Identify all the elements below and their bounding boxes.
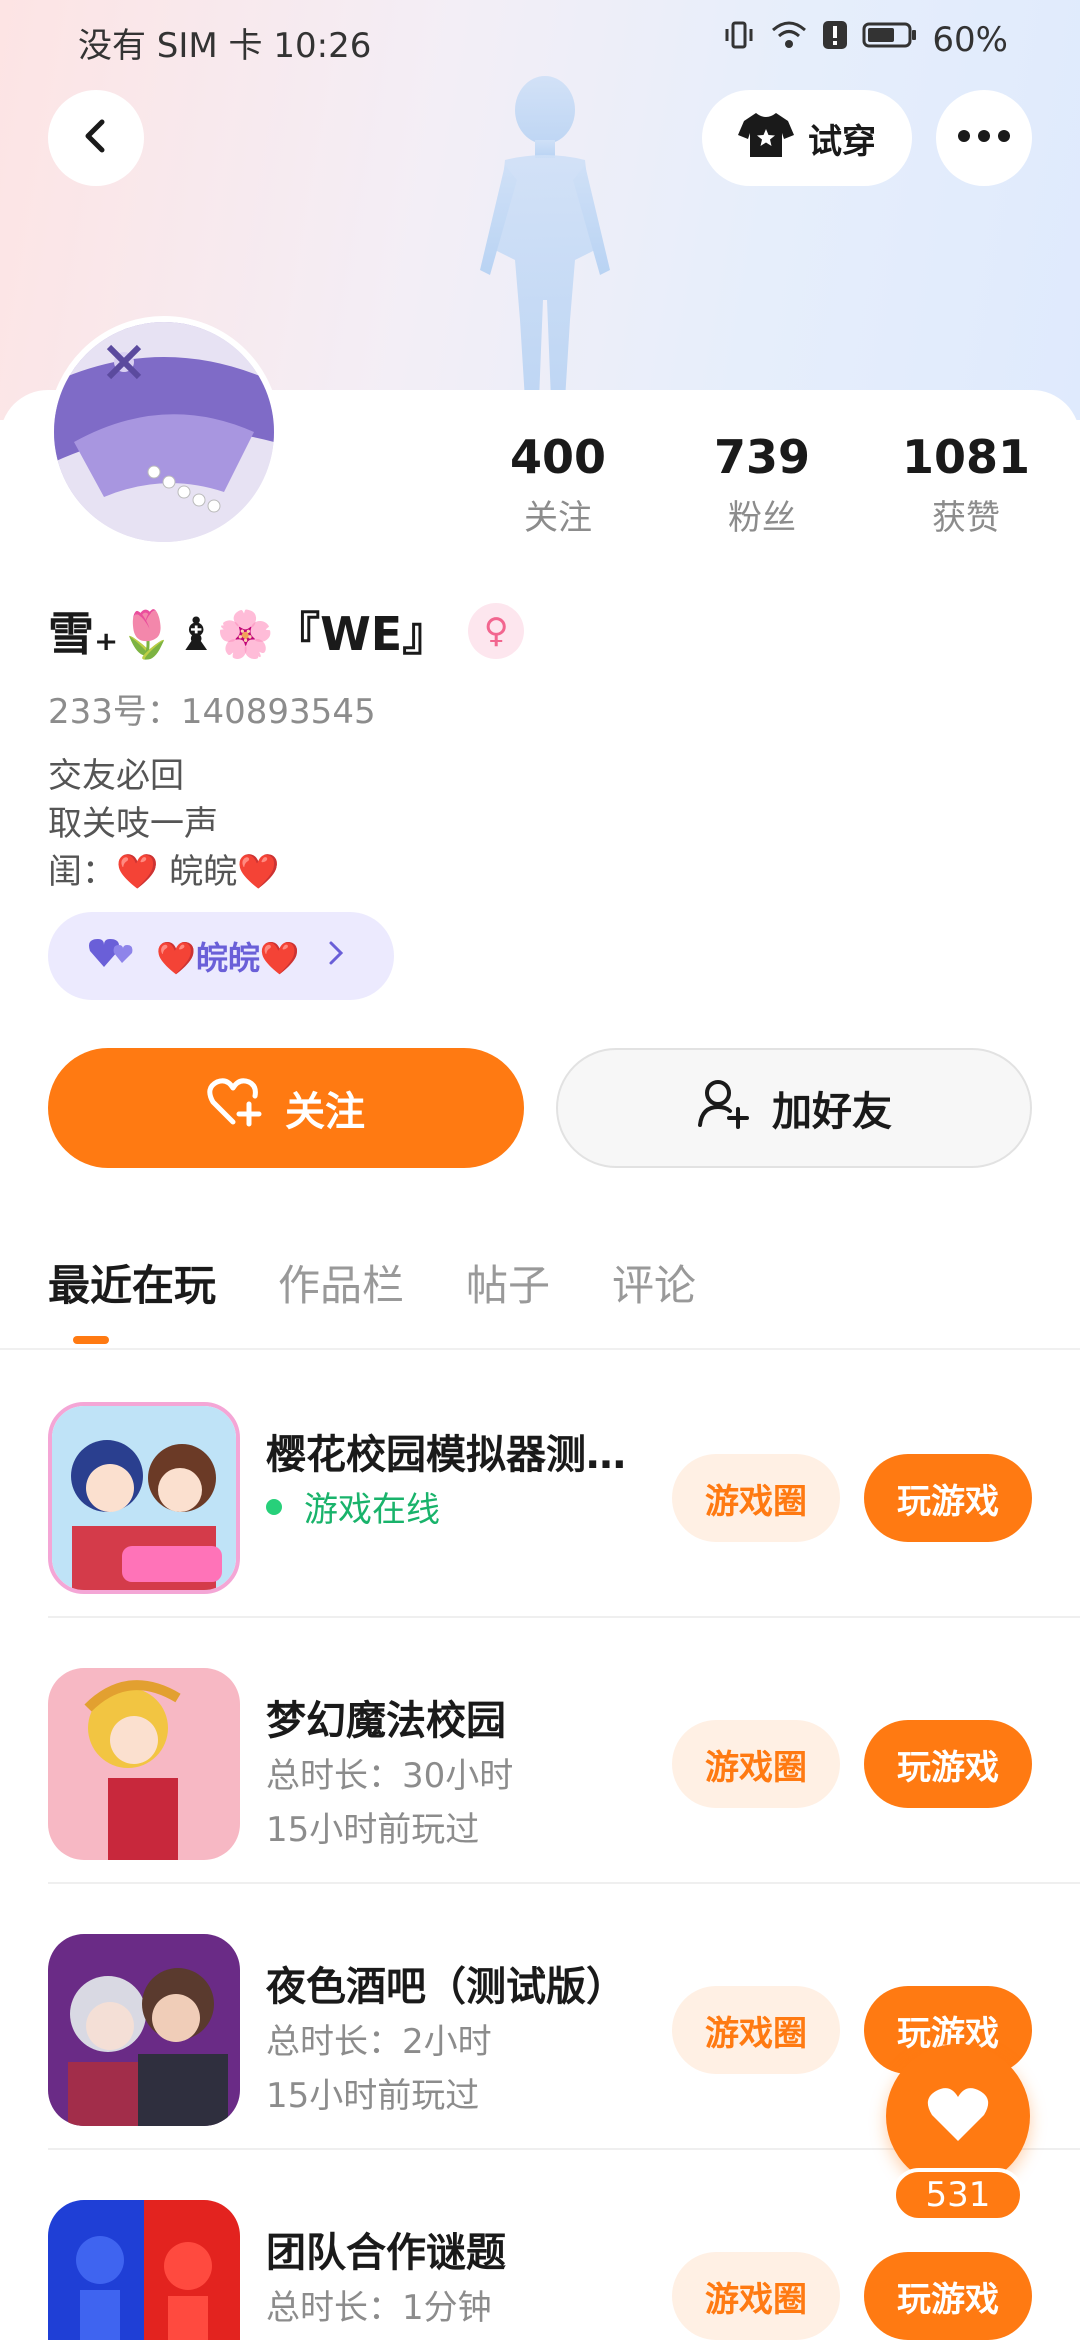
game-circle-button[interactable]: 游戏圈 bbox=[672, 1720, 840, 1808]
chevron-left-icon bbox=[76, 116, 116, 160]
bio-line: 交友必回 bbox=[48, 756, 184, 796]
game-title: 梦幻魔法校园 bbox=[266, 1698, 506, 1744]
add-friend-label: 加好友 bbox=[772, 1089, 892, 1135]
tshirt-icon bbox=[738, 109, 794, 168]
battery-icon bbox=[862, 18, 918, 61]
user-id: 233号：140893545 bbox=[48, 692, 376, 732]
game-last-played: 15小时前玩过 bbox=[266, 2076, 480, 2116]
add-friend-button[interactable]: 加好友 bbox=[556, 1048, 1032, 1168]
game-icon bbox=[48, 1402, 240, 1594]
bio-line: 闺：❤️ 皖皖❤️ bbox=[48, 852, 280, 892]
game-online-status: 游戏在线 bbox=[266, 1482, 440, 1531]
likes-stat[interactable]: 1081 获赞 bbox=[876, 430, 1056, 539]
game-circle-button[interactable]: 游戏圈 bbox=[672, 1986, 840, 2074]
online-dot-icon bbox=[266, 1498, 282, 1515]
status-carrier-time: 没有 SIM 卡 10:26 bbox=[78, 26, 372, 66]
likes-label: 获赞 bbox=[932, 498, 1000, 538]
game-total-time: 总时长：1分钟 bbox=[266, 2288, 492, 2328]
avatar-image bbox=[54, 322, 274, 542]
bio: 交友必回 取关吱一声 闺：❤️ 皖皖❤️ bbox=[48, 752, 279, 896]
following-label: 关注 bbox=[524, 498, 592, 538]
active-tab-indicator bbox=[73, 1336, 109, 1344]
follow-label: 关注 bbox=[285, 1089, 365, 1135]
heart-add-icon bbox=[207, 1078, 263, 1138]
play-game-button[interactable]: 玩游戏 bbox=[864, 1454, 1032, 1542]
game-total-time: 总时长：2小时 bbox=[266, 2022, 492, 2062]
game-title: 团队合作谜题 bbox=[266, 2230, 506, 2276]
following-stat[interactable]: 400 关注 bbox=[468, 430, 648, 539]
heart-icon bbox=[926, 2085, 990, 2147]
followers-stat[interactable]: 739 粉丝 bbox=[672, 430, 852, 539]
game-last-played: 15小时前玩过 bbox=[266, 1810, 480, 1850]
battery-percent: 60% bbox=[932, 19, 1008, 60]
online-label: 游戏在线 bbox=[304, 1490, 440, 1530]
bio-line: 取关吱一声 bbox=[48, 804, 218, 844]
wifi-icon bbox=[770, 18, 808, 61]
follow-button[interactable]: 关注 bbox=[48, 1048, 524, 1168]
profile-tabs: 最近在玩 作品栏 帖子 评论 bbox=[48, 1252, 696, 1313]
following-count: 400 bbox=[509, 430, 607, 484]
tab-recently-played[interactable]: 最近在玩 bbox=[48, 1252, 216, 1313]
more-dots-icon bbox=[956, 128, 1012, 148]
tabs-divider bbox=[0, 1348, 1080, 1350]
more-options-button[interactable] bbox=[936, 90, 1032, 186]
like-button[interactable] bbox=[886, 2044, 1030, 2188]
game-icon bbox=[48, 1934, 240, 2126]
double-heart-icon bbox=[88, 935, 136, 977]
play-game-button[interactable]: 玩游戏 bbox=[864, 1720, 1032, 1808]
add-user-icon bbox=[696, 1077, 750, 1139]
followers-count: 739 bbox=[713, 430, 811, 484]
game-icon bbox=[48, 2200, 240, 2340]
try-on-button[interactable]: 试穿 bbox=[702, 90, 912, 186]
likes-count: 1081 bbox=[901, 430, 1031, 484]
game-total-time: 总时长：30小时 bbox=[266, 1756, 514, 1796]
back-button[interactable] bbox=[48, 90, 144, 186]
cp-relationship-tag[interactable]: ❤️皖皖❤️ bbox=[48, 912, 394, 1000]
tab-posts[interactable]: 帖子 bbox=[466, 1252, 550, 1313]
status-bar: 没有 SIM 卡 10:26 60% bbox=[0, 0, 1080, 76]
followers-label: 粉丝 bbox=[728, 498, 796, 538]
game-title: 夜色酒吧（测试版） bbox=[266, 1964, 626, 2010]
tab-comments[interactable]: 评论 bbox=[612, 1252, 696, 1313]
like-count: 531 bbox=[892, 2168, 1024, 2222]
game-icon bbox=[48, 1668, 240, 1860]
cp-tag-label: ❤️皖皖❤️ bbox=[156, 939, 300, 977]
game-row[interactable]: 梦幻魔法校园 总时长：30小时 15小时前玩过 游戏圈 玩游戏 bbox=[48, 1618, 1080, 1884]
alert-icon bbox=[822, 18, 848, 61]
chevron-right-icon bbox=[326, 937, 346, 975]
tab-works[interactable]: 作品栏 bbox=[278, 1252, 404, 1313]
avatar-figure-illustration bbox=[480, 76, 610, 400]
nickname-row: 雪₊🌷♝🌸『WE』 ♀ bbox=[48, 598, 525, 664]
game-circle-button[interactable]: 游戏圈 bbox=[672, 1454, 840, 1542]
vibrate-icon bbox=[722, 18, 756, 61]
game-row[interactable]: 樱花校园模拟器测… 游戏在线 游戏圈 玩游戏 bbox=[48, 1352, 1080, 1618]
female-gender-icon: ♀ bbox=[468, 603, 525, 659]
play-game-button[interactable]: 玩游戏 bbox=[864, 2252, 1032, 2340]
avatar[interactable] bbox=[48, 316, 280, 548]
game-title: 樱花校园模拟器测… bbox=[266, 1432, 626, 1478]
game-circle-button[interactable]: 游戏圈 bbox=[672, 2252, 840, 2340]
try-on-label: 试穿 bbox=[808, 121, 876, 162]
nickname: 雪₊🌷♝🌸『WE』 bbox=[48, 607, 449, 661]
